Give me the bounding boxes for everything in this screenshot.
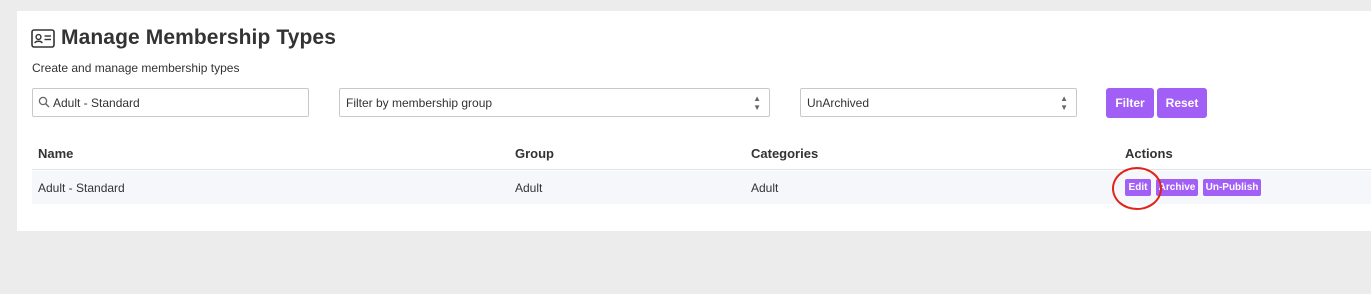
row-group: Adult <box>515 180 543 195</box>
search-input[interactable] <box>53 95 308 110</box>
page-subtitle: Create and manage membership types <box>32 61 240 75</box>
reset-button[interactable]: Reset <box>1157 88 1207 118</box>
select-caret-icon: ▲ ▼ <box>1060 93 1068 112</box>
column-header-name: Name <box>38 145 74 161</box>
edit-button[interactable]: Edit <box>1125 179 1151 196</box>
archive-status-select[interactable]: UnArchived ▲ ▼ <box>800 88 1077 117</box>
search-field[interactable] <box>32 88 309 117</box>
search-icon <box>38 96 50 108</box>
row-name: Adult - Standard <box>38 180 125 195</box>
archive-button[interactable]: Archive <box>1156 179 1198 196</box>
page-header: Manage Membership Types <box>31 26 336 50</box>
select-caret-icon: ▲ ▼ <box>753 93 761 112</box>
group-select-value: Filter by membership group <box>346 95 493 110</box>
group-select[interactable]: Filter by membership group ▲ ▼ <box>339 88 770 117</box>
id-card-icon <box>31 28 55 48</box>
column-header-actions: Actions <box>1125 145 1173 161</box>
filter-button[interactable]: Filter <box>1106 88 1154 118</box>
column-header-categories: Categories <box>751 145 819 161</box>
membership-types-card: Manage Membership Types Create and manag… <box>17 11 1371 231</box>
row-categories: Adult <box>751 180 779 195</box>
table-row: Adult - Standard Adult Adult Edit Archiv… <box>32 171 1371 204</box>
table-header: Name Group Categories Actions <box>32 137 1371 170</box>
page-title: Manage Membership Types <box>61 26 336 49</box>
archive-select-value: UnArchived <box>807 95 870 110</box>
unpublish-button[interactable]: Un-Publish <box>1203 179 1261 196</box>
column-header-group: Group <box>515 145 554 161</box>
